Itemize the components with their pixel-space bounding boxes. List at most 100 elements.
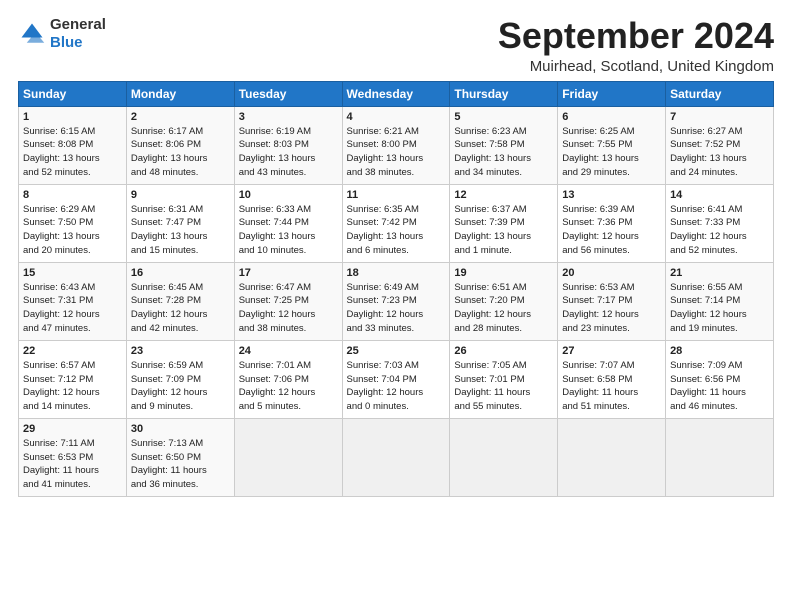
day-info: Sunrise: 7:13 AMSunset: 6:50 PMDaylight:… bbox=[131, 437, 230, 492]
day-number: 19 bbox=[454, 267, 553, 279]
table-cell: 5 Sunrise: 6:23 AMSunset: 7:58 PMDaylight… bbox=[450, 106, 558, 184]
day-info: Sunrise: 6:35 AMSunset: 7:42 PMDaylight:… bbox=[347, 203, 446, 258]
col-tuesday: Tuesday bbox=[234, 81, 342, 106]
logo-blue: Blue bbox=[50, 34, 83, 51]
table-cell: 27Sunrise: 7:07 AMSunset: 6:58 PMDayligh… bbox=[558, 340, 666, 418]
day-info: Sunrise: 6:45 AMSunset: 7:28 PMDaylight:… bbox=[131, 281, 230, 336]
day-number: 14 bbox=[670, 189, 769, 201]
day-info: Sunrise: 6:47 AMSunset: 7:25 PMDaylight:… bbox=[239, 281, 338, 336]
header-row: Sunday Monday Tuesday Wednesday Thursday… bbox=[19, 81, 774, 106]
day-number: 16 bbox=[131, 267, 230, 279]
day-info: Sunrise: 6:23 AMSunset: 7:58 PMDaylight:… bbox=[454, 125, 553, 180]
table-row: 1 Sunrise: 6:15 AMSunset: 8:08 PMDaylight… bbox=[19, 106, 774, 184]
location: Muirhead, Scotland, United Kingdom bbox=[498, 58, 774, 75]
day-number: 12 bbox=[454, 189, 553, 201]
day-number: 30 bbox=[131, 423, 230, 435]
table-cell: 30 Sunrise: 7:13 AMSunset: 6:50 PMDayligh… bbox=[126, 418, 234, 496]
logo-general: General bbox=[50, 16, 106, 33]
day-info: Sunrise: 6:49 AMSunset: 7:23 PMDaylight:… bbox=[347, 281, 446, 336]
day-info: Sunrise: 7:01 AMSunset: 7:06 PMDaylight:… bbox=[239, 359, 338, 414]
table-cell: 8 Sunrise: 6:29 AMSunset: 7:50 PMDaylight… bbox=[19, 184, 127, 262]
day-info: Sunrise: 6:43 AMSunset: 7:31 PMDaylight:… bbox=[23, 281, 122, 336]
table-cell: 2 Sunrise: 6:17 AMSunset: 8:06 PMDaylight… bbox=[126, 106, 234, 184]
table-cell: 14 Sunrise: 6:41 AMSunset: 7:33 PMDayligh… bbox=[666, 184, 774, 262]
table-cell: 13 Sunrise: 6:39 AMSunset: 7:36 PMDayligh… bbox=[558, 184, 666, 262]
table-cell: 29 Sunrise: 7:11 AMSunset: 6:53 PMDayligh… bbox=[19, 418, 127, 496]
day-number: 4 bbox=[347, 111, 446, 123]
day-info: Sunrise: 6:41 AMSunset: 7:33 PMDaylight:… bbox=[670, 203, 769, 258]
day-info: Sunrise: 6:25 AMSunset: 7:55 PMDaylight:… bbox=[562, 125, 661, 180]
day-info: Sunrise: 6:29 AMSunset: 7:50 PMDaylight:… bbox=[23, 203, 122, 258]
day-number: 25 bbox=[347, 345, 446, 357]
table-cell: 22 Sunrise: 6:57 AMSunset: 7:12 PMDayligh… bbox=[19, 340, 127, 418]
table-cell: 7 Sunrise: 6:27 AMSunset: 7:52 PMDaylight… bbox=[666, 106, 774, 184]
day-number: 22 bbox=[23, 345, 122, 357]
page: General Blue September 2024 Muirhead, Sc… bbox=[0, 0, 792, 507]
table-cell: 1 Sunrise: 6:15 AMSunset: 8:08 PMDaylight… bbox=[19, 106, 127, 184]
day-number: 3 bbox=[239, 111, 338, 123]
day-number: 17 bbox=[239, 267, 338, 279]
col-monday: Monday bbox=[126, 81, 234, 106]
table-cell: 10Sunrise: 6:33 AMSunset: 7:44 PMDayligh… bbox=[234, 184, 342, 262]
day-number: 1 bbox=[23, 111, 122, 123]
day-number: 23 bbox=[131, 345, 230, 357]
table-cell: 18 Sunrise: 6:49 AMSunset: 7:23 PMDayligh… bbox=[342, 262, 450, 340]
col-wednesday: Wednesday bbox=[342, 81, 450, 106]
day-info: Sunrise: 6:57 AMSunset: 7:12 PMDaylight:… bbox=[23, 359, 122, 414]
day-info: Sunrise: 6:39 AMSunset: 7:36 PMDaylight:… bbox=[562, 203, 661, 258]
day-info: Sunrise: 6:53 AMSunset: 7:17 PMDaylight:… bbox=[562, 281, 661, 336]
day-number: 27 bbox=[562, 345, 661, 357]
day-number: 9 bbox=[131, 189, 230, 201]
day-info: Sunrise: 7:09 AMSunset: 6:56 PMDaylight:… bbox=[670, 359, 769, 414]
table-cell: 23 Sunrise: 6:59 AMSunset: 7:09 PMDayligh… bbox=[126, 340, 234, 418]
day-number: 7 bbox=[670, 111, 769, 123]
day-number: 28 bbox=[670, 345, 769, 357]
day-info: Sunrise: 7:11 AMSunset: 6:53 PMDaylight:… bbox=[23, 437, 122, 492]
table-cell: 12Sunrise: 6:37 AMSunset: 7:39 PMDayligh… bbox=[450, 184, 558, 262]
day-number: 24 bbox=[239, 345, 338, 357]
table-cell: 16 Sunrise: 6:45 AMSunset: 7:28 PMDayligh… bbox=[126, 262, 234, 340]
title-block: September 2024 Muirhead, Scotland, Unite… bbox=[498, 16, 774, 75]
col-saturday: Saturday bbox=[666, 81, 774, 106]
day-number: 13 bbox=[562, 189, 661, 201]
day-info: Sunrise: 7:05 AMSunset: 7:01 PMDaylight:… bbox=[454, 359, 553, 414]
day-info: Sunrise: 6:27 AMSunset: 7:52 PMDaylight:… bbox=[670, 125, 769, 180]
table-cell: 28 Sunrise: 7:09 AMSunset: 6:56 PMDayligh… bbox=[666, 340, 774, 418]
day-info: Sunrise: 6:19 AMSunset: 8:03 PMDaylight:… bbox=[239, 125, 338, 180]
day-info: Sunrise: 6:17 AMSunset: 8:06 PMDaylight:… bbox=[131, 125, 230, 180]
day-info: Sunrise: 6:31 AMSunset: 7:47 PMDaylight:… bbox=[131, 203, 230, 258]
day-number: 18 bbox=[347, 267, 446, 279]
table-cell: 19 Sunrise: 6:51 AMSunset: 7:20 PMDayligh… bbox=[450, 262, 558, 340]
table-cell: 20 Sunrise: 6:53 AMSunset: 7:17 PMDayligh… bbox=[558, 262, 666, 340]
day-number: 6 bbox=[562, 111, 661, 123]
calendar-table: Sunday Monday Tuesday Wednesday Thursday… bbox=[18, 81, 774, 497]
day-info: Sunrise: 6:59 AMSunset: 7:09 PMDaylight:… bbox=[131, 359, 230, 414]
table-cell: 9 Sunrise: 6:31 AMSunset: 7:47 PMDaylight… bbox=[126, 184, 234, 262]
logo: General Blue bbox=[18, 16, 106, 52]
month-title: September 2024 bbox=[498, 16, 774, 56]
day-number: 2 bbox=[131, 111, 230, 123]
day-number: 15 bbox=[23, 267, 122, 279]
table-cell: 21Sunrise: 6:55 AMSunset: 7:14 PMDayligh… bbox=[666, 262, 774, 340]
header: General Blue September 2024 Muirhead, Sc… bbox=[18, 16, 774, 75]
day-number: 8 bbox=[23, 189, 122, 201]
table-cell: 4Sunrise: 6:21 AMSunset: 8:00 PMDaylight… bbox=[342, 106, 450, 184]
table-row: 22 Sunrise: 6:57 AMSunset: 7:12 PMDayligh… bbox=[19, 340, 774, 418]
col-sunday: Sunday bbox=[19, 81, 127, 106]
table-cell: 24 Sunrise: 7:01 AMSunset: 7:06 PMDayligh… bbox=[234, 340, 342, 418]
day-info: Sunrise: 6:33 AMSunset: 7:44 PMDaylight:… bbox=[239, 203, 338, 258]
day-number: 29 bbox=[23, 423, 122, 435]
logo-icon bbox=[18, 20, 46, 48]
table-cell: 6 Sunrise: 6:25 AMSunset: 7:55 PMDaylight… bbox=[558, 106, 666, 184]
day-info: Sunrise: 6:51 AMSunset: 7:20 PMDaylight:… bbox=[454, 281, 553, 336]
table-cell: 15 Sunrise: 6:43 AMSunset: 7:31 PMDayligh… bbox=[19, 262, 127, 340]
day-number: 5 bbox=[454, 111, 553, 123]
day-info: Sunrise: 6:55 AMSunset: 7:14 PMDaylight:… bbox=[670, 281, 769, 336]
table-cell: 25 Sunrise: 7:03 AMSunset: 7:04 PMDayligh… bbox=[342, 340, 450, 418]
day-info: Sunrise: 7:03 AMSunset: 7:04 PMDaylight:… bbox=[347, 359, 446, 414]
table-cell: 26Sunrise: 7:05 AMSunset: 7:01 PMDayligh… bbox=[450, 340, 558, 418]
day-number: 20 bbox=[562, 267, 661, 279]
table-cell bbox=[666, 418, 774, 496]
day-info: Sunrise: 6:15 AMSunset: 8:08 PMDaylight:… bbox=[23, 125, 122, 180]
col-thursday: Thursday bbox=[450, 81, 558, 106]
